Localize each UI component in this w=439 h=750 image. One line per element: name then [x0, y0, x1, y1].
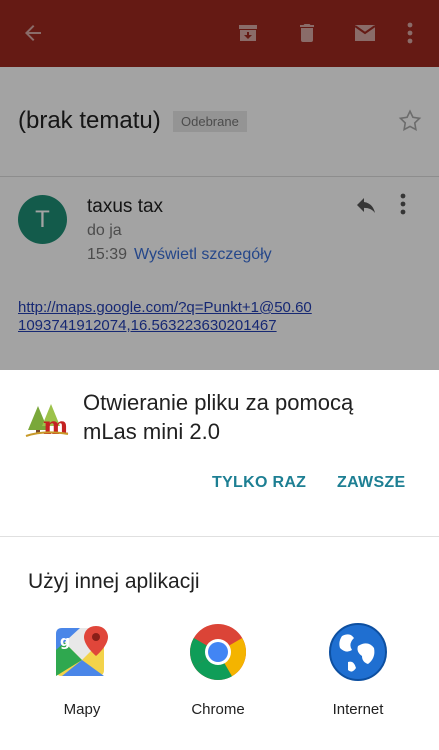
app-label: Mapy — [63, 701, 101, 718]
default-app-section: m Otwieranie pliku za pomocą mLas mini 2… — [0, 370, 439, 536]
svg-text:g: g — [60, 634, 70, 650]
dialog-scrim[interactable] — [0, 0, 439, 370]
other-apps-heading: Użyj innej aplikacji — [28, 570, 200, 593]
open-with-bottom-sheet: m Otwieranie pliku za pomocą mLas mini 2… — [0, 370, 439, 750]
just-once-button[interactable]: TYLKO RAZ — [212, 474, 306, 492]
google-maps-icon: g — [52, 622, 112, 682]
app-option-internet[interactable]: Internet — [303, 622, 413, 718]
app-label: Internet — [332, 701, 384, 718]
mlas-app-icon: m — [24, 396, 70, 440]
always-button[interactable]: ZAWSZE — [337, 474, 405, 492]
open-with-title: Otwieranie pliku za pomocą mLas mini 2.0 — [83, 390, 354, 444]
internet-globe-icon — [328, 622, 388, 682]
divider — [0, 536, 439, 537]
app-label: Chrome — [191, 701, 245, 718]
chrome-icon — [188, 622, 248, 682]
app-option-maps[interactable]: g Mapy — [27, 622, 137, 718]
app-option-chrome[interactable]: Chrome — [163, 622, 273, 718]
